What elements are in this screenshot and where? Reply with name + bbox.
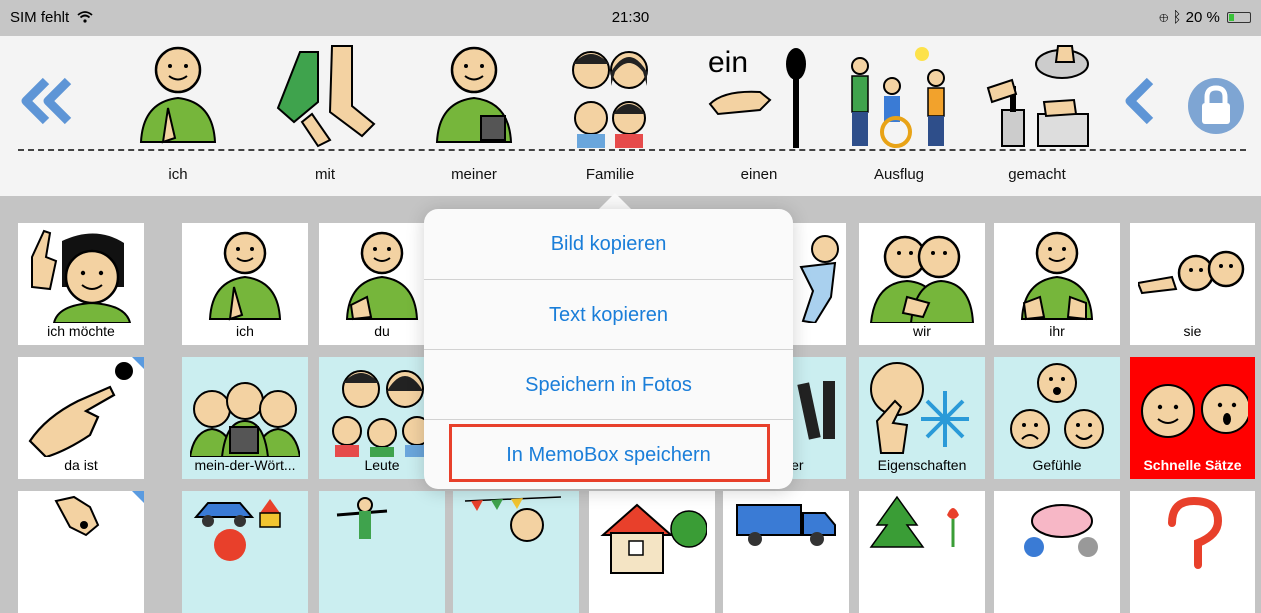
sentence-word-ausflug[interactable]: Ausflug: [834, 42, 964, 194]
sentence-word-meiner[interactable]: meiner: [409, 42, 539, 194]
menu-item-speichern-in-fotos[interactable]: Speichern in Fotos: [424, 349, 793, 419]
tile-eigenschaften[interactable]: Eigenschaften: [859, 357, 985, 479]
sie-symbol-icon: [1138, 250, 1245, 295]
tile-row3-2[interactable]: [182, 491, 308, 613]
tile-gefuehle[interactable]: Gefühle: [994, 357, 1120, 479]
ihr-symbol-icon: [1020, 231, 1094, 321]
nature-symbol-icon: [869, 495, 959, 548]
sentence-word-mit[interactable]: mit: [260, 42, 390, 194]
ausflug-symbol-icon: [851, 47, 945, 148]
da-ist-symbol-icon: [28, 362, 133, 457]
tile-schnelle-saetze[interactable]: Schnelle Sätze: [1130, 357, 1255, 479]
tile-label: da ist: [64, 457, 98, 473]
status-bar: SIM fehlt 21:30 ⊕ ᛒ 20 %: [0, 0, 1261, 36]
sentence-word-label: meiner: [451, 166, 497, 183]
leute-symbol-icon: [332, 370, 432, 457]
clock: 21:30: [611, 9, 650, 26]
tile-row3-7[interactable]: [859, 491, 985, 613]
tile-row3-9[interactable]: [1130, 491, 1255, 613]
sentence-word-familie[interactable]: Familie: [545, 42, 675, 194]
toys-symbol-icon: [193, 499, 281, 561]
tile-ich-moechte[interactable]: ich möchte: [18, 223, 144, 345]
ich-symbol-icon: [139, 46, 217, 144]
tile-row3-3[interactable]: [319, 491, 445, 613]
tile-ihr[interactable]: ihr: [994, 223, 1120, 345]
sentence-word-einen[interactable]: ein einen: [694, 42, 824, 194]
rotation-lock-icon: ⊕: [1159, 9, 1169, 26]
tile-da-ist[interactable]: da ist: [18, 357, 144, 479]
familie-symbol-icon: [572, 51, 648, 148]
tile-row3-8[interactable]: [994, 491, 1120, 613]
tile-label: Eigenschaften: [877, 457, 967, 473]
tile-ich[interactable]: ich: [182, 223, 308, 345]
sport-symbol-icon: [336, 497, 388, 539]
sentence-divider: [18, 149, 1246, 151]
tile-label: ihr: [1049, 323, 1065, 339]
mein-woerter-symbol-icon: [190, 382, 300, 457]
lock-button[interactable]: [1188, 78, 1244, 134]
tile-label: Schnelle Sätze: [1143, 457, 1242, 473]
tile-label: ich: [236, 323, 254, 339]
tile-label: mein-der-Wört...: [194, 457, 296, 473]
eigenschaften-symbol-icon: [870, 362, 969, 454]
hand-give-symbol-icon: [54, 495, 100, 537]
gefuehle-symbol-icon: [1010, 363, 1104, 449]
sentence-word-label: mit: [315, 166, 335, 183]
tile-label: wir: [913, 323, 931, 339]
tile-label: ich möchte: [47, 323, 115, 339]
meiner-symbol-icon: [435, 46, 513, 143]
menu-item-text-kopieren[interactable]: Text kopieren: [424, 279, 793, 349]
einen-symbol-icon: ein: [708, 46, 806, 148]
chevron-left-icon[interactable]: [1120, 73, 1160, 129]
tile-label: sie: [1183, 323, 1202, 339]
sentence-word-label: einen: [740, 166, 778, 183]
sentence-word-label: ich: [168, 166, 188, 183]
tile-row3-4[interactable]: [453, 491, 579, 613]
battery-icon: [1227, 12, 1251, 23]
sentence-bar: ich mit meiner Familie ein einen Ausflug…: [0, 36, 1261, 196]
tile-wir[interactable]: wir: [859, 223, 985, 345]
double-chevron-left-icon[interactable]: [18, 73, 78, 129]
animals-symbol-icon: [1024, 504, 1098, 557]
sentence-word-ich[interactable]: ich: [113, 42, 243, 194]
party-symbol-icon: [464, 496, 562, 542]
schnelle-saetze-symbol-icon: [1141, 384, 1248, 438]
house-symbol-icon: [600, 503, 707, 574]
sentence-word-label: gemacht: [1008, 166, 1066, 183]
truck-symbol-icon: [736, 504, 836, 546]
ich-moechte-symbol-icon: [31, 229, 132, 323]
du-symbol-icon: [345, 231, 419, 321]
bluetooth-icon: ᛒ: [1172, 9, 1182, 26]
tile-mein-der-woerter[interactable]: mein-der-Wört...: [182, 357, 308, 479]
tile-sie[interactable]: sie: [1130, 223, 1255, 345]
popup-arrow: [598, 193, 632, 210]
sentence-word-label: Ausflug: [873, 166, 925, 183]
wir-symbol-icon: [869, 235, 975, 323]
battery-percent: 20 %: [1185, 9, 1220, 26]
sentence-word-gemacht[interactable]: gemacht: [972, 42, 1102, 194]
einen-symbol-text: ein: [708, 46, 748, 79]
ich-symbol-icon: [208, 231, 282, 321]
tile-row3-1[interactable]: [18, 491, 144, 613]
tile-row3-6[interactable]: [723, 491, 849, 613]
tile-label: Gefühle: [1032, 457, 1082, 473]
tile-row3-5[interactable]: [589, 491, 715, 613]
gemacht-symbol-icon: [986, 45, 1089, 147]
sentence-word-label: Familie: [585, 166, 635, 183]
lock-icon: [1202, 85, 1230, 124]
mit-symbol-icon: [276, 45, 376, 148]
highlight-box: [449, 424, 770, 482]
menu-item-bild-kopieren[interactable]: Bild kopieren: [424, 209, 793, 279]
question-mark-icon: [1168, 496, 1223, 569]
